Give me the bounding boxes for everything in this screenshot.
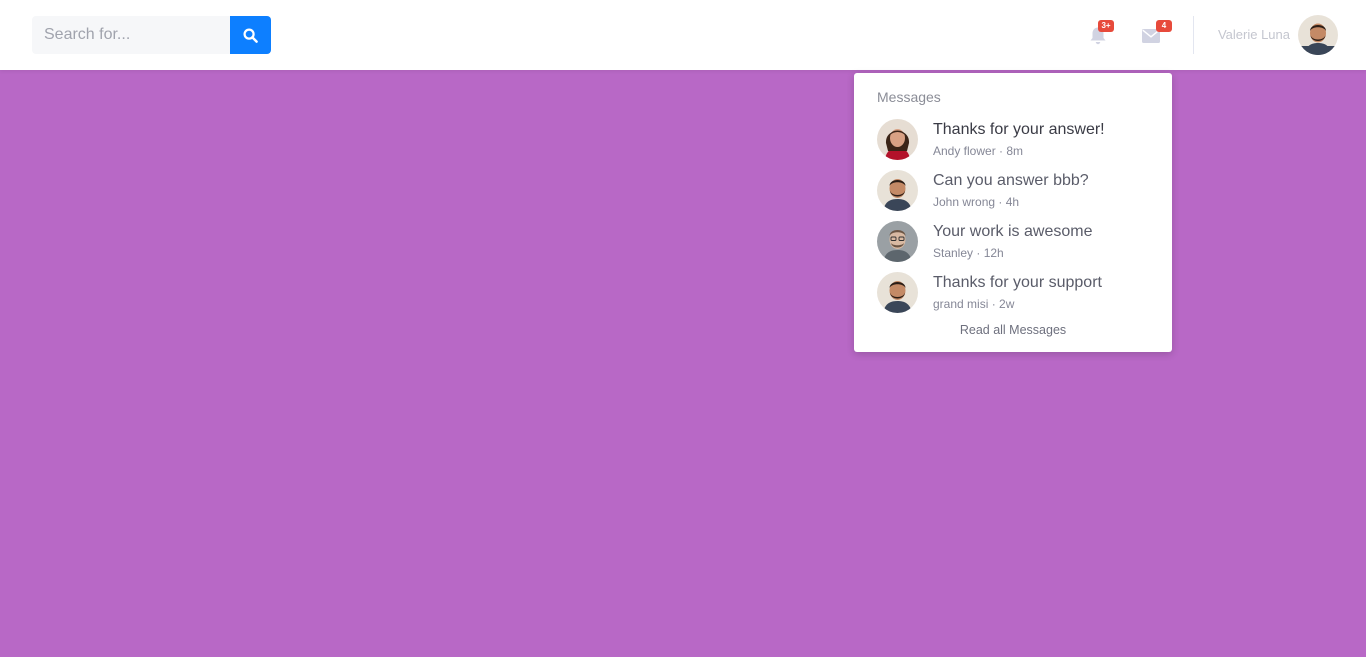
- message-title: Thanks for your answer!: [933, 121, 1105, 138]
- avatar: [877, 272, 918, 313]
- avatar: [877, 170, 918, 211]
- message-item[interactable]: Thanks for your answer! Andy flower · 8m: [854, 119, 1172, 169]
- topbar-divider: [1193, 16, 1194, 54]
- message-meta: Stanley · 12h: [933, 246, 1004, 260]
- messages-dropdown: Messages Thanks for your answer! Andy fl…: [854, 73, 1172, 352]
- search-input[interactable]: [32, 16, 230, 54]
- avatar: [877, 119, 918, 160]
- message-item[interactable]: Can you answer bbb? John wrong · 4h: [854, 170, 1172, 220]
- notifications-badge: 3+: [1098, 20, 1114, 32]
- read-all-messages-link[interactable]: Read all Messages: [854, 323, 1172, 337]
- message-item[interactable]: Your work is awesome Stanley · 12h: [854, 221, 1172, 271]
- user-avatar[interactable]: [1298, 15, 1338, 55]
- topbar: 3+ 4 Valerie Luna: [0, 0, 1366, 70]
- user-name[interactable]: Valerie Luna: [1200, 27, 1290, 42]
- messages-badge: 4: [1156, 20, 1172, 32]
- message-meta: John wrong · 4h: [933, 195, 1020, 209]
- avatar: [877, 221, 918, 262]
- message-title: Thanks for your support: [933, 274, 1102, 291]
- dropdown-header: Messages: [877, 89, 941, 105]
- message-title: Can you answer bbb?: [933, 172, 1089, 189]
- search-icon: [243, 27, 258, 43]
- message-meta: grand misi · 2w: [933, 297, 1015, 311]
- message-title: Your work is awesome: [933, 223, 1093, 240]
- message-item[interactable]: Thanks for your support grand misi · 2w: [854, 272, 1172, 322]
- notifications-button[interactable]: 3+: [1088, 20, 1114, 48]
- search-button[interactable]: [230, 16, 271, 54]
- message-meta: Andy flower · 8m: [933, 144, 1024, 158]
- messages-button[interactable]: 4: [1141, 20, 1172, 48]
